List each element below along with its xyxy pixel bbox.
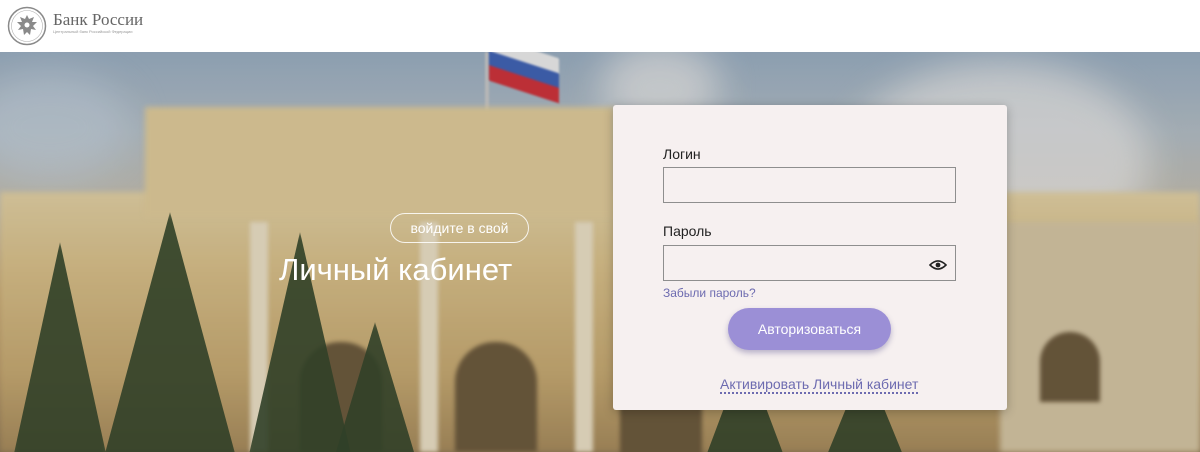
bank-emblem-icon[interactable] <box>7 6 47 46</box>
bank-subtitle: Центральный банк Российской Федерации <box>53 29 133 34</box>
hero-overlay <box>0 52 1200 452</box>
bank-name[interactable]: Банк России <box>53 10 143 30</box>
hero-banner <box>0 52 1200 452</box>
password-label: Пароль <box>663 223 712 239</box>
eye-icon[interactable] <box>929 259 947 271</box>
forgot-password-link[interactable]: Забыли пароль? <box>663 286 756 300</box>
login-input[interactable] <box>663 167 956 203</box>
login-label: Логин <box>663 146 701 162</box>
activate-account-link[interactable]: Активировать Личный кабинет <box>720 376 919 394</box>
site-header: Банк России Центральный банк Российской … <box>0 0 1200 52</box>
login-invite-pill: войдите в свой <box>390 213 529 243</box>
login-card: Логин Пароль Забыли пароль? Авторизовать… <box>613 105 1007 410</box>
password-input[interactable] <box>663 245 956 281</box>
login-button[interactable]: Авторизоваться <box>728 308 891 350</box>
hero-title: Личный кабинет <box>279 252 513 287</box>
